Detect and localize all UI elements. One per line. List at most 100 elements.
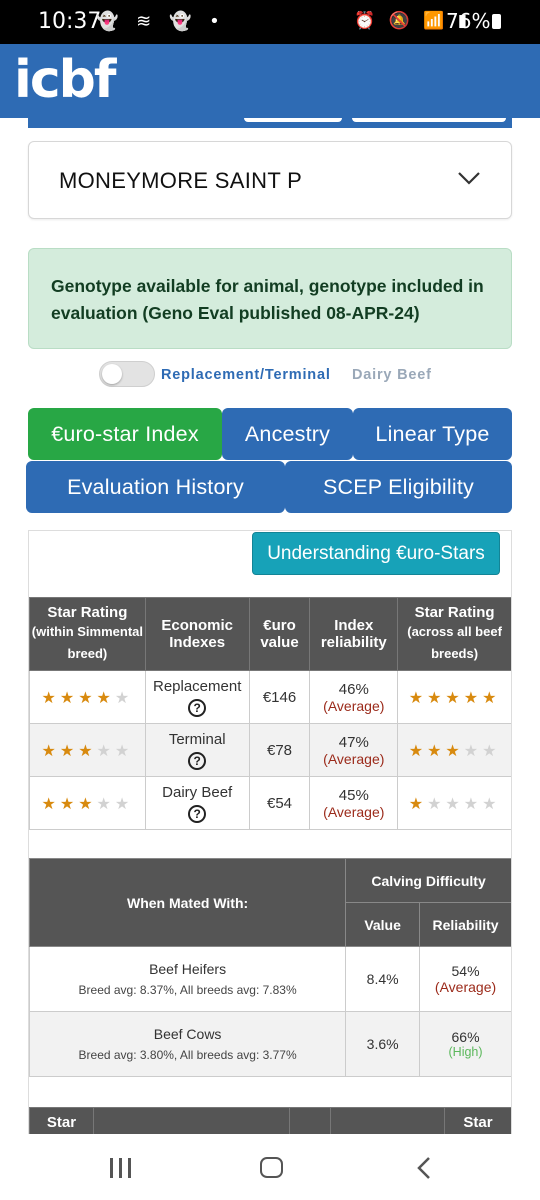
chevron-down-icon [458,172,480,185]
star-icon: ★ [445,793,464,813]
index-reliability: 47% (Average) [309,723,399,777]
index-name: Replacement [152,677,242,695]
star-icon: ★ [482,740,501,760]
star-icon: ★ [408,793,428,813]
help-icon[interactable]: ? [188,804,207,823]
back-icon[interactable] [414,1156,434,1180]
star-icon: ★ [408,687,428,707]
star-icon: ★ [96,793,115,813]
status-bar: 10:37 👻 ≋ 👻 • ⏰ 🔕 📶 ▮ 76% [0,0,540,44]
header-economic-indexes: Economic Indexes [144,597,250,671]
home-icon[interactable] [260,1157,283,1178]
next-header-col4 [330,1107,446,1134]
star-icon: ★ [78,687,97,707]
animal-select-value: MONEYMORE SAINT P [59,168,303,193]
eurostar-table: Star Rating (within Simmental breed) Eco… [29,597,511,830]
index-name: Terminal [168,730,226,748]
star-icon: ★ [445,740,464,760]
star-icon: ★ [96,687,115,707]
star-icon: ★ [59,793,79,813]
index-toggle-switch[interactable] [99,361,155,387]
tab-eurostar-index[interactable]: €uro-star Index [28,408,222,460]
star-icon: ★ [59,687,79,707]
header-star-across: Star Rating (across all beef breeds) [397,597,511,671]
star-icon: ★ [408,740,428,760]
star-rating-within: ★★★★★ [29,723,146,777]
toggle-knob [102,364,122,384]
help-icon[interactable]: ? [188,751,207,770]
star-icon: ★ [114,687,134,707]
star-icon: ★ [463,793,483,813]
index-reliability: 45% (Average) [309,776,399,830]
tab-ancestry[interactable]: Ancestry [222,408,353,460]
calving-reliability: 54% (Average) [419,946,511,1012]
toggle-label-replacement-terminal[interactable]: Replacement/Terminal [161,367,331,383]
icbf-logo[interactable]: icbf [14,50,116,110]
genotype-alert: Genotype available for animal, genotype … [28,248,512,349]
help-icon[interactable]: ? [188,698,207,717]
star-icon: ★ [78,793,97,813]
star-rating-within: ★★★★★ [29,776,146,830]
mated-with-cell: Beef Heifers Breed avg: 8.37%, All breeds… [29,946,347,1012]
star-icon: ★ [41,740,60,760]
scrolled-search-area [28,118,512,128]
economic-index-cell: Replacement? [144,670,250,724]
star-rating-within: ★★★★★ [29,670,146,724]
battery-icon [492,14,502,29]
app-header: icbf [0,44,540,118]
star-icon: ★ [96,740,115,760]
notification-icons: 👻 ≋ 👻 • [96,11,226,32]
calving-difficulty-table: When Mated With: Calving Difficulty Valu… [29,858,511,1077]
header-calving-difficulty: Calving Difficulty [345,858,511,903]
star-icon: ★ [445,687,464,707]
animal-select[interactable]: MONEYMORE SAINT P [28,141,512,219]
header-cd-reliability: Reliability [419,902,511,947]
mated-with-cell: Beef Cows Breed avg: 3.80%, All breeds av… [29,1011,347,1077]
star-icon: ★ [482,793,501,813]
euro-value: €146 [248,670,311,724]
index-row: ★★★★★ Terminal? €78 47% (Average) ★★★★★ [29,723,511,777]
index-row: ★★★★★ Dairy Beef? €54 45% (Average) ★★★★★ [29,776,511,830]
next-table-header: Star Star [29,1107,511,1134]
tab-evaluation-history[interactable]: Evaluation History [26,461,285,513]
star-icon: ★ [41,687,60,707]
recent-apps-icon[interactable] [110,1158,132,1178]
star-icon: ★ [427,793,446,813]
next-header-col3 [289,1107,332,1134]
status-time: 10:37 [38,9,102,34]
star-icon: ★ [114,793,134,813]
star-icon: ★ [78,740,97,760]
star-icon: ★ [41,793,60,813]
euro-value: €78 [248,723,311,777]
calving-reliability: 66% (High) [419,1011,511,1077]
battery-percent: 76% [446,9,491,33]
star-icon: ★ [59,740,79,760]
header-index-reliability: Index reliability [309,597,399,671]
star-icon: ★ [463,687,483,707]
header-star-within: Star Rating (within Simmental breed) [29,597,146,671]
header-mated-with: When Mated With: [29,858,347,947]
battery-indicator: 76% [446,9,502,33]
star-icon: ★ [114,740,134,760]
calving-value: 8.4% [345,946,421,1012]
index-name: Dairy Beef [162,783,233,801]
tab-scep-eligibility[interactable]: SCEP Eligibility [285,461,512,513]
system-nav-bar [0,1134,540,1200]
index-reliability: 46% (Average) [309,670,399,724]
star-icon: ★ [482,687,501,707]
header-cd-value: Value [345,902,421,947]
toggle-label-dairy-beef[interactable]: Dairy Beef [352,367,432,383]
calving-row: Beef Cows Breed avg: 3.80%, All breeds av… [29,1011,511,1077]
economic-index-cell: Terminal? [144,723,250,777]
economic-index-cell: Dairy Beef? [144,776,250,830]
eurostar-panel: Understanding €uro-Stars Star Rating (wi… [28,530,512,1134]
tab-linear-type[interactable]: Linear Type [353,408,512,460]
star-icon: ★ [427,740,446,760]
next-header-star-right: Star [444,1107,511,1134]
search-input-edge[interactable] [244,118,342,122]
next-header-star-left: Star [29,1107,94,1134]
star-rating-across: ★★★★★ [397,723,511,777]
search-button-edge[interactable] [352,118,506,122]
understanding-eurostars-button[interactable]: Understanding €uro-Stars [252,532,500,575]
star-icon: ★ [427,687,446,707]
